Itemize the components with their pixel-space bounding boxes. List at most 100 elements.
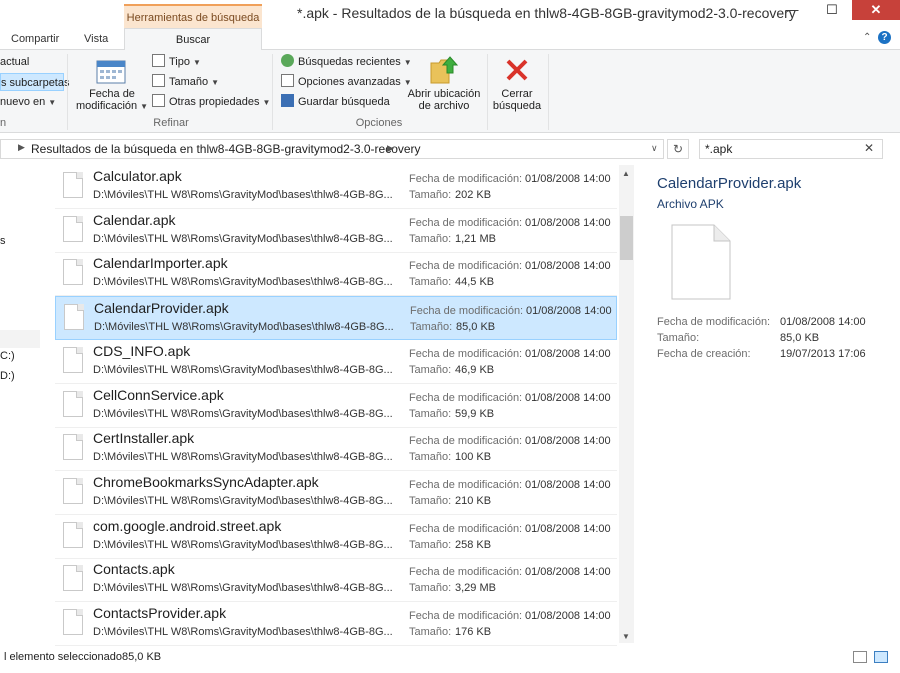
nav-item-drive-c[interactable]: C:): [0, 350, 15, 362]
file-path: D:\Móviles\THL W8\Roms\GravityMod\bases\…: [93, 233, 393, 245]
size-label: Tamaño:: [409, 539, 452, 551]
details-size-label: Tamaño:: [657, 332, 700, 344]
size-label: Tamaño:: [409, 495, 452, 507]
file-path: D:\Móviles\THL W8\Roms\GravityMod\bases\…: [93, 539, 393, 551]
file-row[interactable]: CertInstaller.apk D:\Móviles\THL W8\Roms\…: [55, 427, 617, 471]
location-search-again-label: nuevo en: [0, 96, 46, 108]
scroll-thumb[interactable]: [620, 216, 633, 260]
tab-vista[interactable]: Vista: [84, 28, 108, 50]
nav-item-highlight[interactable]: [0, 330, 40, 348]
scroll-down-icon[interactable]: ▼: [622, 632, 630, 641]
advanced-options-icon: [281, 74, 294, 87]
date-modified-button[interactable]: Fecha de modificación ▼: [76, 88, 148, 113]
help-icon[interactable]: ?: [878, 31, 891, 44]
date-modified-label-1: Fecha de: [89, 88, 135, 100]
chevron-down-icon: ▼: [262, 98, 271, 107]
close-search-label-2: búsqueda: [492, 100, 542, 112]
size-value: 46,9 KB: [455, 364, 495, 376]
modified-value: 01/08/2008 14:00: [525, 173, 611, 185]
details-size-value: 85,0 KB: [780, 332, 820, 344]
open-folder-icon: [429, 55, 459, 85]
file-path: D:\Móviles\THL W8\Roms\GravityMod\bases\…: [93, 189, 393, 201]
file-name: CellConnService.apk: [93, 387, 224, 403]
properties-icon: [152, 94, 165, 107]
nav-item-drive-d[interactable]: D:): [0, 370, 15, 382]
breadcrumb[interactable]: Resultados de la búsqueda en thlw8-4GB-8…: [31, 142, 421, 156]
group-label-location: n: [0, 117, 7, 129]
open-file-location-button[interactable]: Abrir ubicación de archivo: [404, 88, 484, 112]
address-dropdown-icon[interactable]: ∨: [651, 143, 658, 154]
file-path: D:\Móviles\THL W8\Roms\GravityMod\bases\…: [93, 408, 393, 420]
file-icon: [63, 478, 83, 504]
modified-label: Fecha de modificación:: [409, 523, 523, 535]
size-value: 3,29 MB: [455, 582, 496, 594]
type-button[interactable]: Tipo ▼: [152, 53, 201, 71]
tab-buscar[interactable]: Buscar: [124, 28, 262, 51]
file-row[interactable]: Calculator.apk D:\Móviles\THL W8\Roms\Gra…: [55, 165, 617, 209]
recent-searches-label: Búsquedas recientes: [298, 56, 401, 68]
file-icon: [63, 434, 83, 460]
location-search-again[interactable]: nuevo en ▼: [0, 93, 56, 111]
breadcrumb-chevron-icon[interactable]: ▶: [387, 143, 394, 154]
large-icons-view-icon[interactable]: [874, 651, 888, 663]
modified-label: Fecha de modificación:: [409, 479, 523, 491]
close-button[interactable]: ✕: [852, 0, 900, 20]
clear-search-icon[interactable]: ✕: [864, 141, 874, 155]
recent-searches-icon: [281, 54, 294, 67]
file-row[interactable]: com.google.android.street.apk D:\Móviles\…: [55, 515, 617, 559]
type-label: Tipo: [169, 56, 190, 68]
file-name: CalendarImporter.apk: [93, 255, 228, 271]
size-value: 202 KB: [455, 189, 492, 201]
recent-searches-button[interactable]: Búsquedas recientes ▼: [281, 53, 412, 71]
details-file-type: Archivo APK: [657, 197, 724, 211]
modified-label: Fecha de modificación:: [409, 260, 523, 272]
size-label: Tamaño:: [409, 276, 452, 288]
group-label-opciones: Opciones: [355, 117, 403, 129]
size-value: 1,21 MB: [455, 233, 496, 245]
file-row[interactable]: ChromeBookmarksSyncAdapter.apk D:\Móviles…: [55, 471, 617, 515]
date-modified-label-2: modificación ▼: [76, 100, 148, 113]
save-search-button[interactable]: Guardar búsqueda: [281, 93, 390, 111]
file-row[interactable]: Contacts.apk D:\Móviles\THL W8\Roms\Gravi…: [55, 558, 617, 602]
size-label: Tamaño:: [409, 582, 452, 594]
chevron-down-icon: ▼: [403, 58, 412, 67]
ribbon: actual s subcarpetas nuevo en ▼ n Fecha d…: [0, 50, 900, 133]
advanced-options-button[interactable]: Opciones avanzadas ▼: [281, 73, 412, 91]
ribbon-collapse-icon[interactable]: ⌃: [863, 32, 871, 43]
file-row[interactable]: ContactsProvider.apk D:\Móviles\THL W8\Ro…: [55, 602, 617, 646]
chevron-down-icon: ▼: [211, 78, 220, 87]
tab-compartir[interactable]: Compartir: [11, 28, 59, 50]
other-properties-button[interactable]: Otras propiedades ▼: [152, 93, 270, 111]
breadcrumb-chevron-icon[interactable]: ▶: [18, 142, 25, 153]
size-label: Tamaño: [169, 76, 209, 88]
location-current-folder[interactable]: actual: [0, 53, 29, 71]
file-row[interactable]: CDS_INFO.apk D:\Móviles\THL W8\Roms\Gravi…: [55, 340, 617, 384]
close-search-button[interactable]: Cerrar búsqueda: [490, 88, 544, 112]
file-row[interactable]: CellConnService.apk D:\Móviles\THL W8\Rom…: [55, 384, 617, 428]
location-all-subfolders[interactable]: s subcarpetas: [0, 73, 69, 91]
open-location-label-2: de archivo: [418, 100, 470, 112]
maximize-button[interactable]: ☐: [812, 0, 852, 20]
ribbon-divider: [67, 54, 68, 130]
size-button[interactable]: Tamaño ▼: [152, 73, 219, 91]
file-row[interactable]: Calendar.apk D:\Móviles\THL W8\Roms\Gravi…: [55, 209, 617, 253]
scroll-up-icon[interactable]: ▲: [622, 169, 630, 178]
file-name: Calculator.apk: [93, 168, 182, 184]
modified-value: 01/08/2008 14:00: [525, 392, 611, 404]
file-path: D:\Móviles\THL W8\Roms\GravityMod\bases\…: [93, 364, 393, 376]
file-name: CDS_INFO.apk: [93, 343, 191, 359]
file-row[interactable]: CalendarProvider.apk D:\Móviles\THL W8\Ro…: [55, 296, 617, 340]
refresh-icon[interactable]: ↻: [667, 139, 689, 159]
nav-item[interactable]: s: [0, 235, 6, 247]
search-input[interactable]: *.apk ✕: [699, 139, 883, 159]
size-value: 85,0 KB: [456, 321, 496, 333]
minimize-button[interactable]: —: [772, 0, 812, 20]
file-name: CalendarProvider.apk: [94, 300, 229, 316]
details-pane: CalendarProvider.apk Archivo APK Fecha d…: [640, 165, 900, 643]
details-view-icon[interactable]: [853, 651, 867, 663]
ribbon-divider: [272, 54, 273, 130]
file-row[interactable]: CalendarImporter.apk D:\Móviles\THL W8\Ro…: [55, 252, 617, 296]
context-tab-search-tools[interactable]: Herramientas de búsqueda: [124, 4, 262, 28]
file-icon: [63, 259, 83, 285]
modified-label: Fecha de modificación:: [409, 392, 523, 404]
